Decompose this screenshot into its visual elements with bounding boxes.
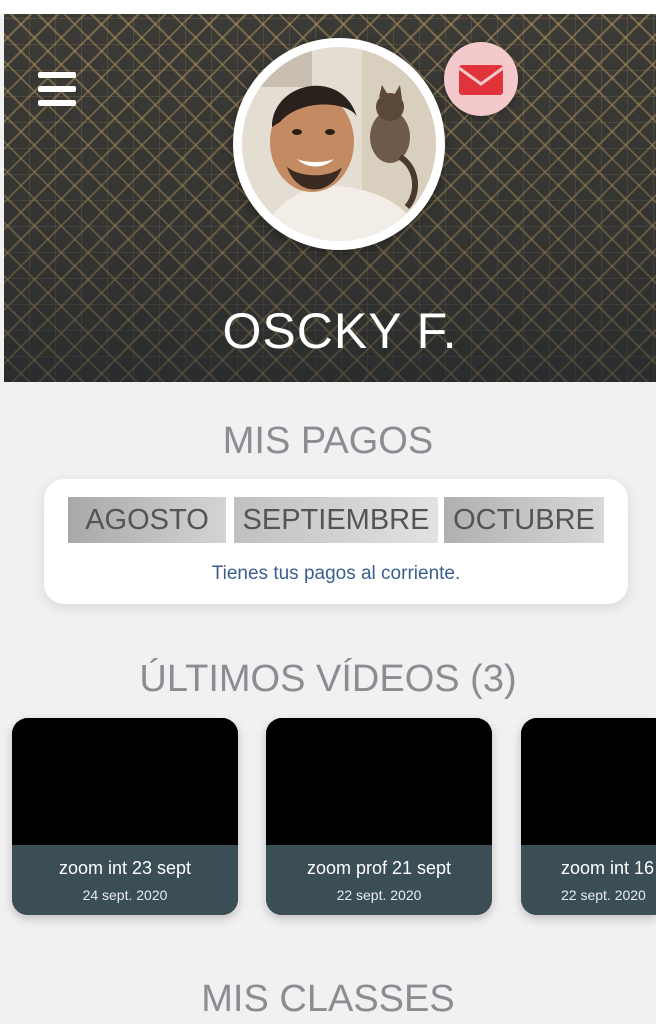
video-info: zoom int 23 sept 24 sept. 2020 — [12, 845, 238, 915]
hamburger-menu-icon[interactable] — [38, 72, 78, 108]
month-chip-octubre[interactable]: OCTUBRE — [444, 497, 604, 543]
videos-section-title: ÚLTIMOS VÍDEOS (3) — [139, 658, 517, 700]
video-info: zoom prof 21 sept 22 sept. 2020 — [266, 845, 492, 915]
payments-card: AGOSTO SEPTIEMBRE OCTUBRE Tienes tus pag… — [44, 479, 628, 604]
menu-bar — [38, 72, 76, 78]
video-card[interactable]: zoom int 16 22 sept. 2020 — [521, 718, 656, 915]
video-date: 24 sept. 2020 — [82, 887, 168, 903]
video-title: zoom prof 21 sept — [306, 858, 452, 878]
menu-bar — [38, 100, 76, 106]
video-card[interactable]: zoom int 23 sept 24 sept. 2020 — [12, 718, 238, 915]
video-thumbnail — [12, 718, 238, 845]
envelope-icon — [458, 65, 504, 95]
classes-section-title: MIS CLASSES — [201, 978, 455, 1020]
menu-bar — [38, 86, 76, 92]
video-card[interactable]: zoom prof 21 sept 22 sept. 2020 — [266, 718, 492, 915]
payments-status-text: Tienes tus pagos al corriente. — [211, 563, 461, 584]
video-date: 22 sept. 2020 — [561, 887, 646, 903]
video-date: 22 sept. 2020 — [336, 887, 422, 903]
month-chip-agosto[interactable]: AGOSTO — [68, 497, 226, 543]
video-thumbnail — [521, 718, 656, 845]
profile-header: OSCKY F. — [4, 14, 656, 382]
avatar[interactable] — [233, 38, 445, 250]
profile-name: OSCKY F. — [222, 303, 458, 359]
payments-section-title: MIS PAGOS — [222, 420, 434, 462]
video-title: zoom int 16 — [561, 858, 655, 878]
avatar-photo — [242, 47, 436, 241]
status-strip — [0, 0, 656, 14]
video-thumbnail — [266, 718, 492, 845]
video-info: zoom int 16 22 sept. 2020 — [521, 845, 656, 915]
month-chip-septiembre[interactable]: SEPTIEMBRE — [234, 497, 438, 543]
messages-button[interactable] — [444, 42, 518, 116]
video-title: zoom int 23 sept — [58, 858, 192, 878]
